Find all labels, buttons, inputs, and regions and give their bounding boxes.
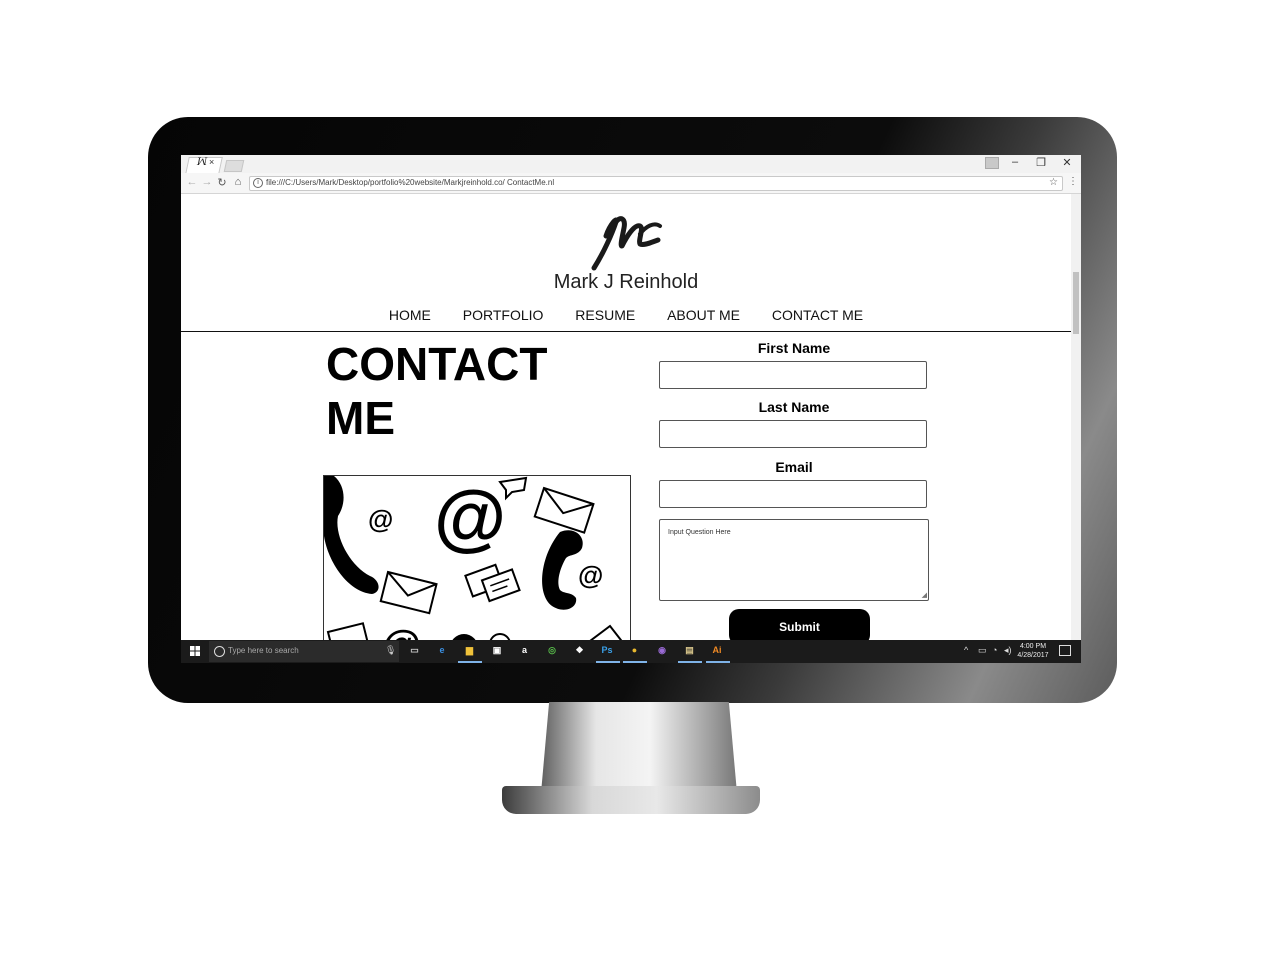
nav-about-me[interactable]: ABOUT ME bbox=[667, 307, 740, 323]
taskbar-clock[interactable]: 4:00 PM 4/28/2017 bbox=[1011, 642, 1055, 660]
taskbar-active-indicator bbox=[623, 661, 647, 663]
question-placeholder: Input Question Here bbox=[668, 529, 731, 536]
submit-button[interactable]: Submit bbox=[729, 609, 870, 640]
task-view-icon[interactable]: ▭ bbox=[407, 643, 422, 658]
new-tab-button[interactable] bbox=[223, 160, 245, 172]
bookmark-star-icon[interactable]: ☆ bbox=[1049, 177, 1058, 188]
store-icon[interactable]: ▣ bbox=[490, 643, 505, 658]
svg-text:@: @ bbox=[368, 504, 393, 534]
svg-text:@: @ bbox=[578, 560, 603, 590]
tab-close-icon[interactable]: × bbox=[209, 157, 214, 167]
windows-taskbar: Type here to search 🎙 ^ ▭ ◔ ◂) 4:00 PM 4… bbox=[181, 640, 1081, 663]
monitor-screen: ꟽ × – ❐ ✕ ← → ↻ ⌂ i file:///C:/Users/Mar… bbox=[181, 155, 1081, 663]
site-name[interactable]: Mark J Reinhold bbox=[181, 271, 1071, 294]
page-scrollbar[interactable] bbox=[1071, 194, 1081, 640]
windows-start-icon[interactable] bbox=[190, 646, 200, 656]
restore-button[interactable]: ❐ bbox=[1031, 156, 1051, 169]
action-center-icon[interactable] bbox=[1059, 645, 1071, 656]
cortana-icon bbox=[214, 646, 225, 657]
nav-portfolio[interactable]: PORTFOLIO bbox=[463, 307, 544, 323]
forward-icon[interactable]: → bbox=[200, 176, 214, 188]
page-title: CONTACT ME bbox=[326, 338, 548, 444]
reload-icon[interactable]: ↻ bbox=[215, 176, 229, 189]
photoshop-icon[interactable]: Ps bbox=[600, 643, 615, 658]
edge-icon[interactable]: e bbox=[435, 643, 450, 658]
main-nav: HOME PORTFOLIO RESUME ABOUT ME CONTACT M… bbox=[181, 307, 1071, 323]
browser-tab-strip: ꟽ × – ❐ ✕ bbox=[181, 155, 1081, 174]
nav-divider bbox=[181, 331, 1071, 332]
microphone-icon[interactable]: 🎙 bbox=[385, 645, 396, 656]
app-circle-icon[interactable]: ◉ bbox=[655, 643, 670, 658]
close-window-button[interactable]: ✕ bbox=[1057, 156, 1077, 169]
svg-text:@: @ bbox=[434, 476, 506, 558]
profile-icon[interactable] bbox=[985, 157, 999, 169]
mr-logo-icon bbox=[591, 216, 662, 271]
taskbar-active-indicator bbox=[595, 661, 620, 663]
resize-grip-icon[interactable]: ◢ bbox=[922, 591, 927, 599]
dropbox-icon[interactable]: ❖ bbox=[572, 643, 587, 658]
tray-chevron-icon[interactable]: ^ bbox=[964, 645, 968, 655]
nav-home[interactable]: HOME bbox=[389, 307, 431, 323]
contact-icons-collage: @ @ @ bbox=[323, 475, 631, 640]
web-page: Mark J Reinhold HOME PORTFOLIO RESUME AB… bbox=[181, 194, 1071, 640]
nav-contact-me[interactable]: CONTACT ME bbox=[772, 307, 863, 323]
scrollbar-thumb[interactable] bbox=[1073, 272, 1079, 334]
email-input[interactable] bbox=[659, 480, 927, 508]
taskbar-active-indicator bbox=[705, 661, 730, 663]
app-window-icon[interactable]: ▤ bbox=[682, 643, 697, 658]
first-name-input[interactable] bbox=[659, 361, 927, 389]
monitor-stand-neck bbox=[540, 702, 738, 798]
clock-date: 4/28/2017 bbox=[1017, 652, 1049, 659]
file-explorer-icon[interactable]: ▆ bbox=[462, 643, 477, 658]
first-name-label: First Name bbox=[757, 340, 831, 356]
tripadvisor-icon[interactable]: ◎ bbox=[545, 643, 560, 658]
nav-resume[interactable]: RESUME bbox=[575, 307, 635, 323]
home-icon[interactable]: ⌂ bbox=[231, 176, 245, 188]
monitor-stand-base bbox=[502, 786, 760, 814]
last-name-label: Last Name bbox=[758, 399, 830, 415]
taskbar-search[interactable]: Type here to search 🎙 bbox=[209, 641, 399, 662]
taskbar-active-indicator bbox=[678, 661, 702, 663]
svg-text:@: @ bbox=[382, 623, 421, 640]
browser-menu-icon[interactable]: ⋮ bbox=[1068, 176, 1078, 187]
taskbar-active-indicator bbox=[458, 661, 482, 663]
address-url[interactable]: file:///C:/Users/Mark/Desktop/portfolio%… bbox=[266, 178, 554, 187]
address-bar[interactable]: i file:///C:/Users/Mark/Desktop/portfoli… bbox=[249, 176, 1063, 191]
illustrator-icon[interactable]: Ai bbox=[710, 643, 725, 658]
battery-icon[interactable]: ▭ bbox=[978, 645, 987, 656]
browser-toolbar: ← → ↻ ⌂ i file:///C:/Users/Mark/Desktop/… bbox=[181, 173, 1081, 194]
taskbar-search-placeholder: Type here to search bbox=[228, 646, 299, 655]
wifi-icon[interactable]: ◔ bbox=[992, 645, 997, 655]
back-icon[interactable]: ← bbox=[185, 176, 199, 188]
chrome-icon[interactable]: ● bbox=[627, 643, 642, 658]
question-textarea[interactable]: Input Question Here ◢ bbox=[659, 519, 929, 601]
clock-time: 4:00 PM bbox=[1019, 643, 1047, 650]
last-name-input[interactable] bbox=[659, 420, 927, 448]
minimize-button[interactable]: – bbox=[1005, 156, 1025, 168]
email-label: Email bbox=[775, 459, 813, 475]
tab-favicon-icon: ꟽ bbox=[197, 157, 208, 168]
amazon-icon[interactable]: a bbox=[517, 643, 532, 658]
info-icon[interactable]: i bbox=[253, 178, 263, 188]
contact-collage-graphic: @ @ @ bbox=[324, 476, 623, 640]
